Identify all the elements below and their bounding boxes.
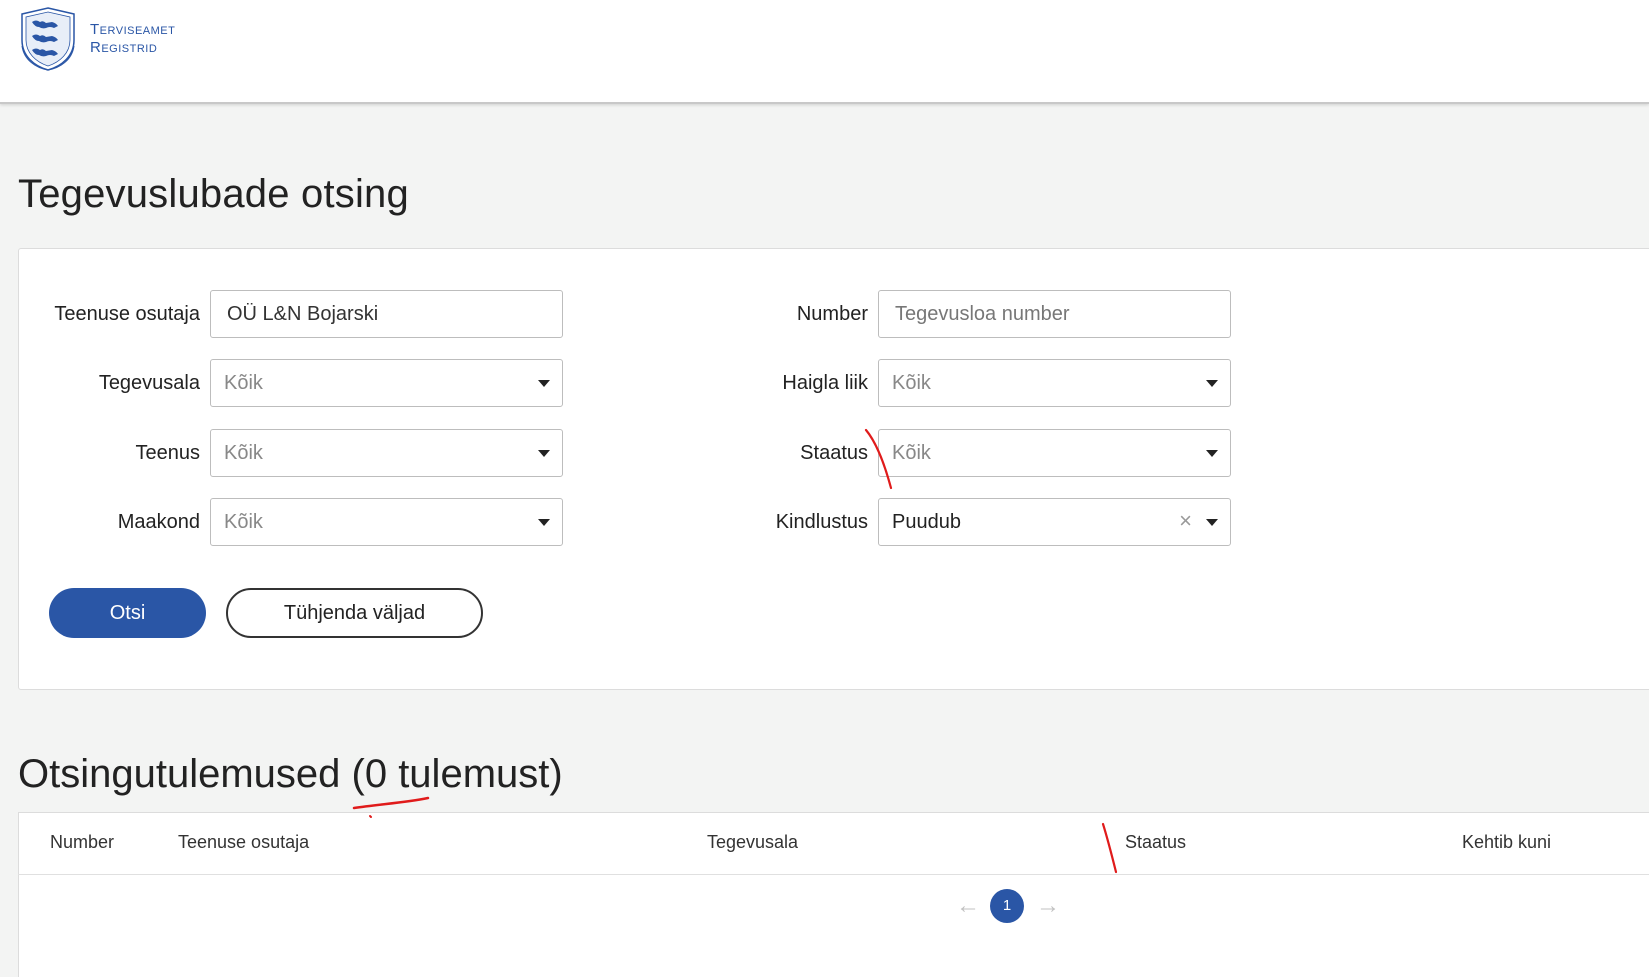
table-header-divider xyxy=(18,874,1649,875)
county-select-value: Kõik xyxy=(224,511,263,533)
provider-input[interactable] xyxy=(210,290,563,338)
column-header-valid-until[interactable]: Kehtib kuni xyxy=(1462,830,1551,854)
number-input[interactable] xyxy=(878,290,1231,338)
activity-select[interactable]: Kõik xyxy=(210,359,563,407)
insurance-label: Kindlustus xyxy=(775,511,868,533)
site-header: Terviseamet Registrid xyxy=(0,0,1649,104)
service-label: Teenus xyxy=(135,442,201,464)
chevron-down-icon xyxy=(1206,450,1218,457)
column-header-activity[interactable]: Tegevusala xyxy=(707,830,798,854)
clear-fields-button[interactable]: Tühjenda väljad xyxy=(226,588,483,638)
search-button[interactable]: Otsi xyxy=(49,588,206,638)
chevron-down-icon xyxy=(538,519,550,526)
page-title: Tegevuslubade otsing xyxy=(18,172,409,216)
hospital-type-select-value: Kõik xyxy=(892,372,931,394)
status-select-value: Kõik xyxy=(892,442,931,464)
activity-select-value: Kõik xyxy=(224,372,263,394)
clear-icon[interactable]: × xyxy=(1179,509,1192,533)
activity-label: Tegevusala xyxy=(98,372,200,394)
status-select[interactable]: Kõik xyxy=(878,429,1231,477)
hospital-type-label: Haigla liik xyxy=(782,372,868,394)
column-header-number[interactable]: Number xyxy=(50,830,114,854)
provider-label: Teenuse osutaja xyxy=(54,303,200,325)
status-label: Staatus xyxy=(800,442,868,464)
chevron-down-icon xyxy=(1206,380,1218,387)
column-header-status[interactable]: Staatus xyxy=(1125,830,1186,854)
prev-page-arrow-icon[interactable]: ← xyxy=(956,893,980,919)
number-label: Number xyxy=(796,303,868,325)
insurance-select[interactable]: Puudub × xyxy=(878,498,1231,546)
county-select[interactable]: Kõik xyxy=(210,498,563,546)
hospital-type-select[interactable]: Kõik xyxy=(878,359,1231,407)
service-select[interactable]: Kõik xyxy=(210,429,563,477)
page-button-1[interactable]: 1 xyxy=(990,889,1024,923)
next-page-arrow-icon[interactable]: → xyxy=(1036,893,1060,919)
brand-line-2: Registrid xyxy=(90,39,158,56)
results-title: Otsingutulemused (0 tulemust) xyxy=(18,752,563,796)
service-select-value: Kõik xyxy=(224,442,263,464)
insurance-select-value: Puudub xyxy=(892,511,961,533)
column-header-provider[interactable]: Teenuse osutaja xyxy=(178,830,309,854)
county-label: Maakond xyxy=(117,511,200,533)
estonian-coat-of-arms-icon xyxy=(21,7,75,71)
chevron-down-icon xyxy=(1206,519,1218,526)
logo-link[interactable]: Terviseamet Registrid xyxy=(18,6,175,72)
brand-text: Terviseamet Registrid xyxy=(90,21,175,57)
chevron-down-icon xyxy=(538,450,550,457)
chevron-down-icon xyxy=(538,380,550,387)
brand-line-1: Terviseamet xyxy=(90,21,176,38)
annotation-underline-result-count xyxy=(352,796,430,810)
